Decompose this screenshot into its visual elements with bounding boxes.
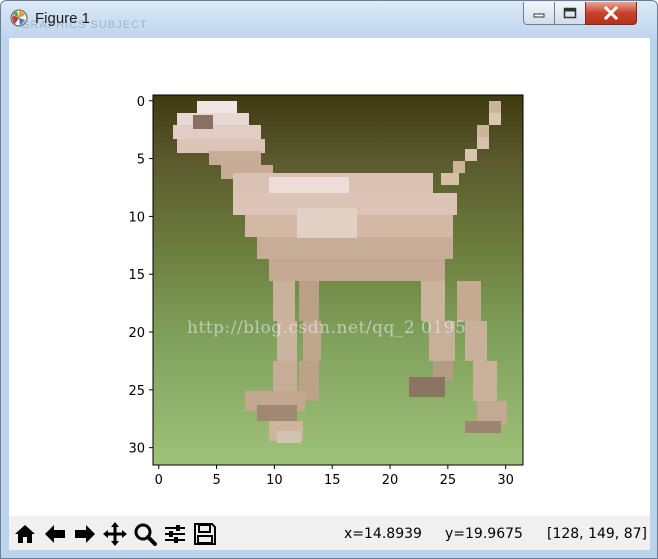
save-button[interactable] bbox=[191, 519, 219, 548]
x-tick-label: 10 bbox=[266, 473, 283, 488]
home-button[interactable] bbox=[11, 519, 39, 548]
close-button[interactable] bbox=[585, 2, 637, 25]
y-axis-ticks: 0 5 10 15 20 25 30 bbox=[128, 95, 153, 457]
window-title: Figure 1 bbox=[35, 10, 91, 27]
close-icon bbox=[603, 6, 619, 20]
y-tick-label: 30 bbox=[128, 442, 145, 457]
forward-button[interactable] bbox=[71, 519, 99, 548]
zoom-icon bbox=[134, 523, 157, 546]
x-tick-label: 15 bbox=[324, 473, 341, 488]
pan-button[interactable] bbox=[101, 519, 129, 548]
home-icon bbox=[15, 524, 35, 543]
minimize-button[interactable] bbox=[523, 2, 555, 25]
watermark-text: http://blog.csdn.net/qq_2 0195 bbox=[187, 318, 467, 338]
back-button[interactable] bbox=[41, 519, 69, 548]
y-tick-label: 10 bbox=[128, 210, 145, 225]
x-tick-label: 20 bbox=[382, 473, 399, 488]
x-tick-label: 5 bbox=[212, 473, 220, 488]
x-tick-label: 25 bbox=[440, 473, 457, 488]
save-icon bbox=[194, 522, 216, 545]
y-tick-label: 25 bbox=[128, 384, 145, 399]
maximize-button[interactable] bbox=[554, 2, 586, 25]
maximize-icon bbox=[563, 7, 577, 19]
y-tick-label: 0 bbox=[137, 95, 145, 110]
y-tick-label: 20 bbox=[128, 326, 145, 341]
y-tick-label: 15 bbox=[128, 268, 145, 283]
configure-subplots-icon bbox=[165, 524, 185, 543]
minimize-icon bbox=[533, 13, 545, 18]
figure-window: GRAPHICS SUBJECT Figure 1 0 5 10 15 20 2… bbox=[0, 0, 658, 559]
y-tick-label: 5 bbox=[137, 153, 145, 168]
x-tick-label: 0 bbox=[155, 473, 163, 488]
configure-subplots-button[interactable] bbox=[161, 519, 189, 548]
image-display bbox=[153, 95, 523, 465]
title-bar[interactable]: GRAPHICS SUBJECT Figure 1 bbox=[1, 1, 657, 37]
cursor-y-readout: y=19.9675 bbox=[445, 526, 523, 542]
navigation-toolbar: x=14.8939 y=19.9675 [128, 149, 87] bbox=[9, 516, 650, 550]
cursor-x-readout: x=14.8939 bbox=[344, 526, 422, 542]
zoom-button[interactable] bbox=[131, 519, 159, 548]
figure-canvas[interactable]: 0 5 10 15 20 25 30 0 5 10 15 20 25 30 http://blog.cs… bbox=[9, 38, 650, 516]
forward-arrow-icon bbox=[75, 524, 95, 543]
pixel-value-readout: [128, 149, 87] bbox=[547, 526, 647, 542]
pan-icon bbox=[103, 521, 127, 546]
x-axis-ticks: 0 5 10 15 20 25 30 bbox=[155, 465, 514, 488]
x-tick-label: 30 bbox=[497, 473, 514, 488]
back-arrow-icon bbox=[45, 524, 65, 543]
plot-area: 0 5 10 15 20 25 30 0 5 10 15 20 25 30 bbox=[128, 94, 524, 488]
